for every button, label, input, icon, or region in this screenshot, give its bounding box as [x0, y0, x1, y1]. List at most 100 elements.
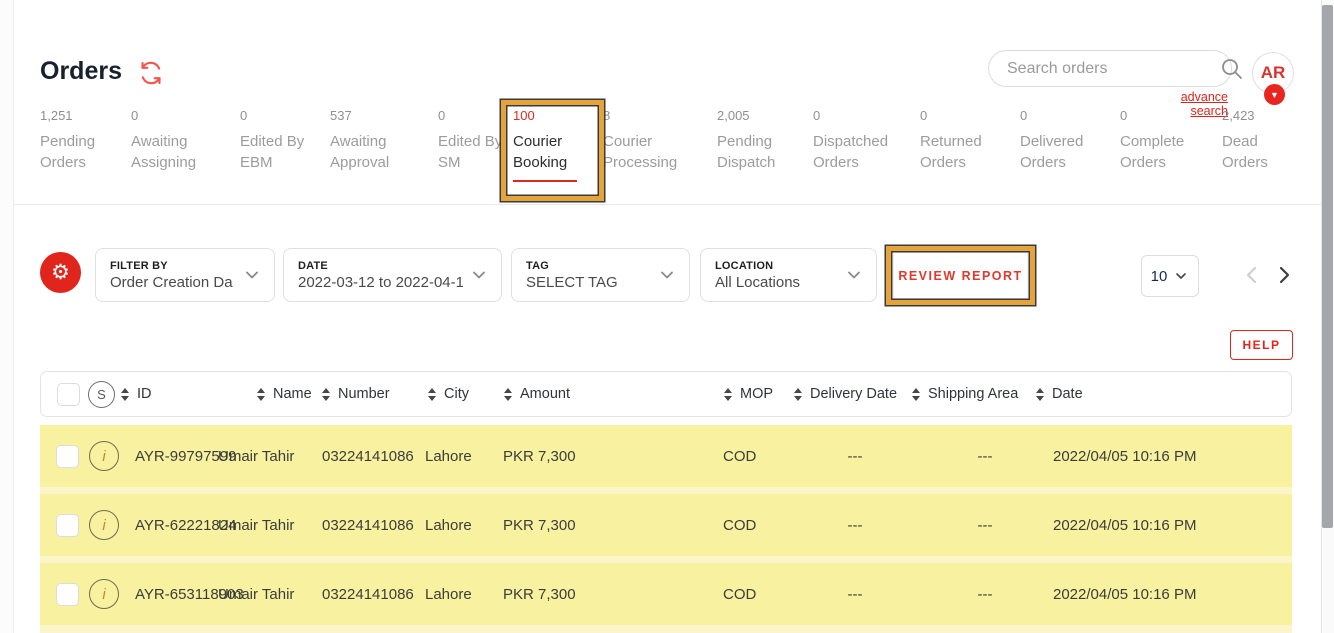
cell-mop: COD [723, 563, 756, 625]
cell-delivery-date: --- [830, 563, 880, 625]
refresh-icon[interactable] [138, 60, 164, 86]
column-header-shipping-area[interactable]: Shipping Area [912, 372, 1018, 416]
table-row[interactable]: i AYR-99797599 Umair Tahir 03224141086 L… [40, 425, 1292, 487]
row-checkbox-wrap [56, 425, 79, 487]
cell-delivery-date: --- [830, 494, 880, 556]
tab-awaiting-assigning[interactable]: 0Awaiting Assigning [131, 108, 240, 173]
tab-awaiting-approval[interactable]: 537Awaiting Approval [330, 108, 438, 173]
tabs-divider [14, 204, 1321, 205]
cell-mop: COD [723, 494, 756, 556]
tag-value: SELECT TAG [526, 274, 651, 291]
tab-returned-orders[interactable]: 0Returned Orders [920, 108, 1020, 173]
status-column-icon: S [88, 381, 115, 408]
settings-button[interactable]: ⚙ [40, 252, 81, 293]
cell-name: Umair Tahir [218, 563, 294, 625]
next-page-button[interactable] [1272, 263, 1296, 287]
row-checkbox[interactable] [56, 583, 79, 606]
cell-number: 03224141086 [322, 494, 414, 556]
table-row[interactable]: i AYR-653118903 Umair Tahir 03224141086 … [40, 563, 1292, 625]
cell-city: Lahore [425, 494, 472, 556]
table-header: S ID Name Number City Amount MOP Deliver… [40, 371, 1292, 417]
table-row[interactable]: i AYR-62221824 Umair Tahir 03224141086 L… [40, 494, 1292, 556]
tag-label: TAG [526, 260, 651, 272]
sort-icon [912, 388, 920, 401]
avatar-chevron-down-icon[interactable]: ▼ [1264, 84, 1285, 105]
tag-dropdown[interactable]: TAG SELECT TAG [511, 248, 690, 302]
info-icon[interactable]: i [89, 579, 119, 609]
search-box [988, 50, 1232, 87]
cell-shipping-area: --- [960, 494, 1010, 556]
row-checkbox-wrap [56, 494, 79, 556]
chevron-down-icon [1173, 268, 1189, 284]
tab-pending-dispatch[interactable]: 2,005Pending Dispatch [717, 108, 813, 173]
date-value: 2022-03-12 to 2022-04-10 [298, 274, 463, 291]
page-size-value: 10 [1151, 268, 1168, 285]
location-value: All Locations [715, 274, 838, 291]
filter-by-dropdown[interactable]: FILTER BY Order Creation Da [95, 248, 275, 302]
chevron-down-icon [469, 265, 489, 285]
column-header-mop[interactable]: MOP [724, 372, 773, 416]
tab-courier-processing[interactable]: 8Courier Processing [603, 108, 717, 173]
filter-by-label: FILTER BY [110, 260, 236, 272]
cell-number: 03224141086 [322, 563, 414, 625]
info-icon[interactable]: i [89, 441, 119, 471]
location-label: LOCATION [715, 260, 838, 272]
column-header-id[interactable]: ID [121, 372, 152, 416]
chevron-down-icon [242, 265, 262, 285]
page-size-select[interactable]: 10 [1141, 255, 1199, 297]
cell-shipping-area: --- [960, 425, 1010, 487]
column-header-date[interactable]: Date [1036, 372, 1083, 416]
tab-dispatched-orders[interactable]: 0Dispatched Orders [813, 108, 920, 173]
row-checkbox[interactable] [56, 514, 79, 537]
filter-by-value: Order Creation Da [110, 274, 236, 291]
date-label: DATE [298, 260, 463, 272]
column-header-delivery-date[interactable]: Delivery Date [794, 372, 897, 416]
cell-date: 2022/04/05 10:16 PM [1053, 563, 1196, 625]
column-header-amount[interactable]: Amount [504, 372, 570, 416]
left-gutter [0, 0, 14, 633]
column-header-name[interactable]: Name [257, 372, 312, 416]
tab-pending-orders[interactable]: 1,251Pending Orders [40, 108, 131, 173]
tab-dead-orders[interactable]: 2,423Dead Orders [1222, 108, 1302, 173]
cell-amount: PKR 7,300 [503, 563, 576, 625]
help-button[interactable]: HELP [1230, 330, 1293, 360]
cell-name: Umair Tahir [218, 425, 294, 487]
search-input[interactable] [1007, 60, 1214, 78]
tab-complete-orders[interactable]: 0Complete Orders [1120, 108, 1222, 173]
sort-icon [1036, 388, 1044, 401]
scrollbar-thumb[interactable] [1322, 5, 1333, 528]
cell-number: 03224141086 [322, 425, 414, 487]
sort-icon [724, 388, 732, 401]
cell-city: Lahore [425, 425, 472, 487]
orders-page: Orders advance search AR ▼ 1,251Pending … [0, 0, 1334, 633]
table-body: i AYR-99797599 Umair Tahir 03224141086 L… [40, 425, 1292, 633]
row-info-wrap: i [89, 494, 119, 556]
location-dropdown[interactable]: LOCATION All Locations [700, 248, 877, 302]
cell-date: 2022/04/05 10:16 PM [1053, 425, 1196, 487]
sort-icon [121, 388, 129, 401]
chevron-down-icon [657, 265, 677, 285]
column-header-number[interactable]: Number [322, 372, 390, 416]
select-all-checkbox[interactable] [57, 383, 80, 406]
tab-courier-booking[interactable]: 100Courier Booking [513, 108, 603, 182]
tab-edited-by-ebm[interactable]: 0Edited By EBM [240, 108, 330, 173]
cell-amount: PKR 7,300 [503, 425, 576, 487]
previous-page-button[interactable] [1240, 263, 1264, 287]
scrollbar-track[interactable] [1321, 0, 1334, 633]
tab-delivered-orders[interactable]: 0Delivered Orders [1020, 108, 1120, 173]
row-checkbox[interactable] [56, 445, 79, 468]
cell-date: 2022/04/05 10:16 PM [1053, 494, 1196, 556]
search-icon[interactable] [1220, 57, 1244, 81]
date-range-dropdown[interactable]: DATE 2022-03-12 to 2022-04-10 [283, 248, 502, 302]
cell-shipping-area: --- [960, 563, 1010, 625]
chevron-down-icon [844, 265, 864, 285]
info-icon[interactable]: i [89, 510, 119, 540]
row-info-wrap: i [89, 425, 119, 487]
cell-city: Lahore [425, 563, 472, 625]
review-report-button[interactable]: REVIEW REPORT [893, 252, 1028, 299]
sort-icon [257, 388, 265, 401]
row-checkbox-wrap [56, 563, 79, 625]
column-header-city[interactable]: City [428, 372, 469, 416]
page-title: Orders [40, 57, 122, 86]
tab-edited-by-sm[interactable]: 0Edited By SM [438, 108, 513, 173]
